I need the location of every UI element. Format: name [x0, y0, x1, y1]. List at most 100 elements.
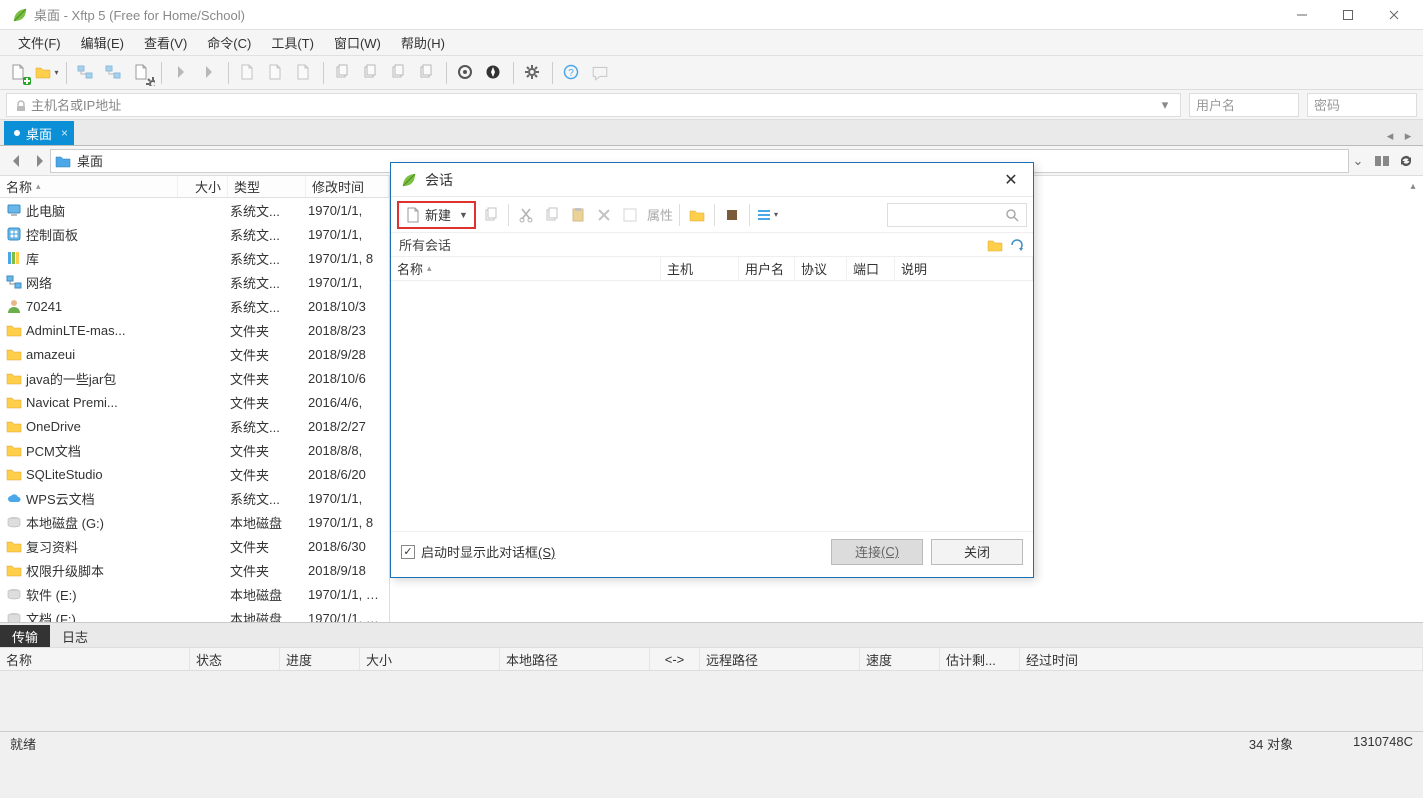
menu-file[interactable]: 文件(F) — [8, 30, 71, 55]
file-row[interactable]: 文档 (F:)本地磁盘1970/1/1, 8:00 — [0, 606, 389, 622]
scol-desc[interactable]: 说明 — [895, 257, 1033, 280]
close-dialog-button[interactable]: 关闭 — [931, 539, 1023, 565]
file-row[interactable]: amazeui文件夹2018/9/28 — [0, 342, 389, 366]
file-row[interactable]: PCM文档文件夹2018/8/8, — [0, 438, 389, 462]
file-row[interactable]: 复习资料文件夹2018/6/30 — [0, 534, 389, 558]
menu-window[interactable]: 窗口(W) — [324, 30, 391, 55]
help-icon[interactable] — [559, 60, 585, 86]
connect-button[interactable]: 连接(C) — [831, 539, 923, 565]
xcol-remote[interactable]: 远程路径 — [700, 648, 860, 670]
open-folder-icon[interactable] — [686, 204, 708, 226]
tabs-prev-icon[interactable]: ◂ — [1381, 127, 1399, 145]
tab-transfer[interactable]: 传输 — [0, 625, 50, 647]
file-row[interactable]: 软件 (E:)本地磁盘1970/1/1, 8:00 — [0, 582, 389, 606]
sync-view-icon[interactable] — [1371, 150, 1393, 172]
file-row[interactable]: SQLiteStudio文件夹2018/6/20 — [0, 462, 389, 486]
file-row[interactable]: OneDrive系统文...2018/2/27 — [0, 414, 389, 438]
xcol-size[interactable]: 大小 — [360, 648, 500, 670]
open-folder-icon[interactable]: ▾ — [34, 60, 60, 86]
menu-edit[interactable]: 编辑(E) — [71, 30, 134, 55]
file-name: 70241 — [26, 299, 62, 314]
tab-desktop[interactable]: 桌面 × — [4, 121, 74, 145]
dialog-close-icon[interactable]: ✕ — [999, 170, 1023, 190]
password-input[interactable]: 密码 — [1307, 93, 1417, 117]
file-row[interactable]: WPS云文档系统文...1970/1/1, — [0, 486, 389, 510]
file-name: 复习资料 — [26, 537, 78, 556]
host-input[interactable]: 主机名或IP地址 ▾ — [6, 93, 1181, 117]
file-row[interactable]: Navicat Premi...文件夹2016/4/6, — [0, 390, 389, 414]
settings-icon[interactable] — [520, 60, 546, 86]
xcol-progress[interactable]: 进度 — [280, 648, 360, 670]
host-dropdown-icon[interactable]: ▾ — [1156, 97, 1174, 113]
file-mtime: 2018/9/28 — [304, 347, 386, 362]
nav-back-button[interactable] — [6, 150, 28, 172]
session-props-icon[interactable] — [129, 60, 155, 86]
file-row[interactable]: 控制面板系统文...1970/1/1, — [0, 222, 389, 246]
path-dropdown-icon[interactable]: ⌄ — [1349, 153, 1367, 169]
file-row[interactable]: 库系统文...1970/1/1, 8 — [0, 246, 389, 270]
compass-icon[interactable] — [481, 60, 507, 86]
xcol-speed[interactable]: 速度 — [860, 648, 940, 670]
tab-close-icon[interactable]: × — [61, 126, 68, 140]
file-row[interactable]: AdminLTE-mas...文件夹2018/8/23 — [0, 318, 389, 342]
file-row[interactable]: 网络系统文...1970/1/1, — [0, 270, 389, 294]
swirl-icon[interactable] — [453, 60, 479, 86]
file-mtime: 2018/2/27 — [304, 419, 386, 434]
scol-user[interactable]: 用户名 — [739, 257, 795, 280]
menu-tools[interactable]: 工具(T) — [261, 30, 324, 55]
dialog-toolbar: 新建 ▼ 属性 ▾ — [391, 197, 1033, 233]
new-session-icon[interactable] — [6, 60, 32, 86]
col-name[interactable]: 名称▴ — [0, 176, 178, 197]
scol-port[interactable]: 端口 — [847, 257, 895, 280]
file-mtime: 1970/1/1, — [304, 227, 386, 242]
dialog-titlebar[interactable]: 会话 ✕ — [391, 163, 1033, 197]
menu-view[interactable]: 查看(V) — [134, 30, 197, 55]
file-row[interactable]: java的一些jar包文件夹2018/10/6 — [0, 366, 389, 390]
connect-icon[interactable] — [73, 60, 99, 86]
scol-proto[interactable]: 协议 — [795, 257, 847, 280]
file-row[interactable]: 此电脑系统文...1970/1/1, — [0, 198, 389, 222]
col-type[interactable]: 类型 — [228, 176, 306, 197]
transfer-list[interactable] — [0, 671, 1423, 731]
col-mtime[interactable]: 修改时间 — [306, 176, 389, 197]
col-size[interactable]: 大小 — [178, 176, 228, 197]
toolbar-icon-3 — [235, 60, 261, 86]
crumb-folder-icon[interactable] — [987, 237, 1003, 253]
view-mode-icon[interactable]: ▾ — [756, 204, 778, 226]
dialog-search-input[interactable] — [887, 203, 1027, 227]
file-row[interactable]: 本地磁盘 (G:)本地磁盘1970/1/1, 8 — [0, 510, 389, 534]
nav-forward-button[interactable] — [28, 150, 50, 172]
xcol-name[interactable]: 名称 — [0, 648, 190, 670]
dialog-title: 会话 — [425, 170, 453, 190]
scol-name[interactable]: 名称▴ — [391, 257, 661, 280]
close-button[interactable] — [1371, 0, 1417, 30]
tabs-next-icon[interactable]: ▸ — [1399, 127, 1417, 145]
maximize-button[interactable] — [1325, 0, 1371, 30]
xcol-elapsed[interactable]: 经过时间 — [1020, 648, 1423, 670]
minimize-button[interactable] — [1279, 0, 1325, 30]
scol-host[interactable]: 主机 — [661, 257, 739, 280]
refresh-icon[interactable] — [1395, 150, 1417, 172]
xcol-status[interactable]: 状态 — [190, 648, 280, 670]
new-session-button[interactable]: 新建 ▼ — [397, 201, 476, 229]
crumb-refresh-icon[interactable] — [1009, 237, 1025, 253]
username-input[interactable]: 用户名 — [1189, 93, 1299, 117]
file-row[interactable]: 70241系统文...2018/10/3 — [0, 294, 389, 318]
crumb-text[interactable]: 所有会话 — [399, 235, 451, 254]
import-icon[interactable] — [721, 204, 743, 226]
disconnect-icon[interactable] — [101, 60, 127, 86]
menu-command[interactable]: 命令(C) — [197, 30, 261, 55]
file-type: 系统文... — [226, 273, 304, 292]
file-list[interactable]: 此电脑系统文...1970/1/1,控制面板系统文...1970/1/1,库系统… — [0, 198, 389, 622]
startup-checkbox[interactable]: ✓ — [401, 545, 415, 559]
new-dropdown-icon[interactable]: ▼ — [459, 210, 468, 220]
file-row[interactable]: 权限升级脚本文件夹2018/9/18 — [0, 558, 389, 582]
scroll-up-icon[interactable]: ▴ — [1405, 178, 1421, 194]
menu-help[interactable]: 帮助(H) — [391, 30, 455, 55]
xcol-local[interactable]: 本地路径 — [500, 648, 650, 670]
startup-label[interactable]: 启动时显示此对话框(S) — [421, 542, 555, 561]
session-list[interactable] — [391, 281, 1033, 531]
tab-log[interactable]: 日志 — [50, 625, 100, 647]
xcol-eta[interactable]: 估计剩... — [940, 648, 1020, 670]
titlebar: 桌面 - Xftp 5 (Free for Home/School) — [0, 0, 1423, 30]
